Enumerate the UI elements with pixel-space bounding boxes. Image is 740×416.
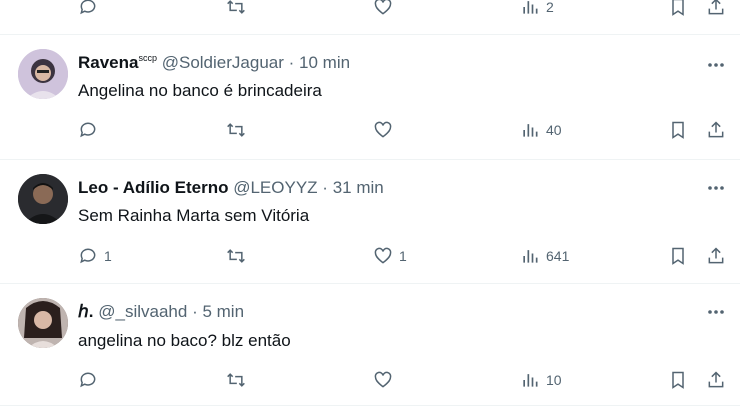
reply-button[interactable] [78,119,104,141]
display-name[interactable]: Ravena [78,53,138,72]
display-name[interactable]: Leo - Adílio Eterno [78,178,228,197]
like-button[interactable]: 1 [373,245,407,267]
share-button[interactable] [706,245,726,267]
avatar[interactable] [18,49,68,99]
separator: · [322,178,328,197]
avatar[interactable] [18,298,68,348]
views-button[interactable]: 40 [520,119,562,141]
more-options-icon [708,63,724,67]
views-count: 641 [546,248,570,264]
retweet-icon [227,249,245,263]
user-handle[interactable]: @LEOYYZ [233,178,317,197]
tweet[interactable]: ℎ. @_silvaahd · 5 min angelina no baco? … [0,284,740,408]
share-icon [708,371,724,388]
avatar-image [18,174,68,224]
avatar-image [18,298,68,348]
views-chart-icon [523,124,538,137]
avatar-image [18,49,68,99]
tweet[interactable]: Leo - Adílio Eterno @LEOYYZ · 31 min Sem… [0,159,740,284]
timestamp[interactable]: 10 min [299,53,350,72]
tweet-header: ℎ. @_silvaahd · 5 min [78,302,244,322]
bookmark-icon [672,0,684,16]
heart-icon [374,121,392,138]
retweet-button[interactable] [226,369,246,391]
more-options-icon [708,310,724,314]
retweet-button[interactable] [226,119,246,141]
share-icon [708,0,724,15]
views-chart-icon [523,1,538,14]
timestamp[interactable]: 5 min [202,302,244,321]
like-button[interactable] [373,369,393,391]
reply-count: 1 [104,248,112,264]
share-icon [708,121,724,138]
user-handle[interactable]: @_silvaahd [98,302,187,321]
bookmark-icon [672,247,684,265]
heart-icon [374,247,392,264]
bookmark-icon [672,371,684,389]
reply-icon [80,248,96,264]
like-button[interactable] [373,119,393,141]
display-name[interactable]: ℎ. [78,302,94,321]
separator: · [288,53,295,72]
reply-button[interactable] [78,369,98,391]
bookmark-button[interactable] [668,119,688,141]
share-icon [708,247,724,264]
divider [0,405,740,406]
views-button[interactable]: 10 [520,369,562,391]
reply-icon [80,122,96,138]
share-button[interactable] [706,119,726,141]
tweet-header: Leo - Adílio Eterno @LEOYYZ · 31 min [78,178,384,198]
more-options-button[interactable] [706,302,726,322]
reply-button[interactable] [78,0,98,18]
views-chart-icon [523,250,538,263]
bookmark-button[interactable] [668,369,688,391]
reply-icon [80,0,96,15]
tweet-text: angelina no baco? blz então [78,331,291,350]
more-options-icon [708,186,724,190]
bookmark-icon [672,121,684,139]
share-button[interactable] [706,369,726,391]
user-handle[interactable]: @SoldierJaguar [162,53,284,72]
more-options-button[interactable] [706,178,726,198]
tweet-header: Ravenascсp @SoldierJaguar · 10 min [78,53,350,73]
retweet-button[interactable] [226,245,246,267]
separator: · [192,302,198,321]
heart-icon [374,371,392,388]
views-count: 40 [546,122,562,138]
name-suffix: scсp [138,53,157,63]
reply-button[interactable]: 1 [78,245,112,267]
share-button[interactable] [706,0,726,18]
tweet-text: Angelina no banco é brincadeira [78,81,322,100]
timestamp[interactable]: 31 min [333,178,384,197]
views-chart-icon [523,374,538,387]
retweet-icon [227,123,245,137]
bookmark-button[interactable] [668,245,688,267]
views-button[interactable]: 641 [520,245,569,267]
bookmark-button[interactable] [668,0,688,18]
like-button[interactable] [373,0,393,18]
views-count: 10 [546,372,562,388]
retweet-icon [227,373,245,387]
tweet[interactable]: Ravenascсp @SoldierJaguar · 10 min Angel… [0,35,740,160]
avatar[interactable] [18,174,68,224]
reply-icon [80,372,96,388]
tweet-text: Sem Rainha Marta sem Vitória [78,206,310,225]
heart-icon [374,0,392,15]
more-options-button[interactable] [706,55,726,75]
retweet-button[interactable] [226,0,246,18]
previous-tweet-actions: 2 [0,0,740,35]
like-count: 1 [399,248,407,264]
retweet-icon [227,0,245,14]
views-count: 2 [546,0,554,15]
views-button[interactable]: 2 [520,0,554,18]
